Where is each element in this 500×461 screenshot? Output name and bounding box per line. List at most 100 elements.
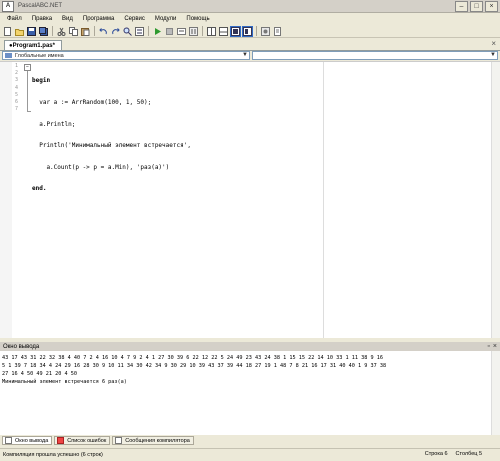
col-value: 5 bbox=[478, 451, 482, 457]
new-file-icon[interactable] bbox=[2, 26, 13, 37]
module-icon[interactable] bbox=[272, 26, 283, 37]
tab-label: ●Program1.pas* bbox=[9, 42, 55, 49]
undo-icon[interactable] bbox=[98, 26, 109, 37]
step-icon[interactable] bbox=[176, 26, 187, 37]
output-scrollbar[interactable] bbox=[491, 351, 500, 435]
replace-icon[interactable] bbox=[134, 26, 145, 37]
run-icon[interactable] bbox=[152, 26, 163, 37]
save-all-icon[interactable] bbox=[38, 26, 49, 37]
row-label: Строка bbox=[424, 451, 443, 457]
output-panel[interactable]: 43 17 43 31 22 32 38 4 40 7 2 4 16 10 4 … bbox=[0, 351, 500, 435]
code-line: a.Println; bbox=[32, 120, 76, 128]
right-margin-line bbox=[323, 62, 324, 339]
minimize-button[interactable]: – bbox=[455, 1, 468, 12]
settings-icon[interactable] bbox=[260, 26, 271, 37]
output-panel-header: Окно вывода ▫ × bbox=[0, 342, 500, 351]
bottom-tab-row: Окно вывода Список ошибок Сообщения комп… bbox=[0, 435, 500, 446]
tab-program1[interactable]: ●Program1.pas* bbox=[4, 40, 62, 50]
tab-label: Список ошибок bbox=[67, 437, 107, 444]
fold-margin: − bbox=[24, 62, 32, 122]
pause-icon[interactable] bbox=[188, 26, 199, 37]
tab-compiler-messages[interactable]: Сообщения компилятора bbox=[112, 436, 194, 445]
status-message: Компиляция прошла успешно (6 строк) bbox=[3, 452, 103, 458]
namespace-icon bbox=[5, 53, 12, 58]
code-line: begin bbox=[32, 77, 51, 85]
output-view-icon[interactable] bbox=[230, 25, 241, 37]
line-number: 3 bbox=[14, 77, 18, 84]
chevron-down-icon: ▼ bbox=[242, 52, 248, 58]
toolbar-separator bbox=[94, 26, 95, 36]
output-line: Минимальный элемент встречается 6 раз(а) bbox=[2, 379, 127, 385]
chevron-down-icon: ▼ bbox=[490, 52, 496, 58]
paste-icon[interactable] bbox=[80, 26, 91, 37]
line-number: 4 bbox=[14, 84, 18, 91]
tab-error-list[interactable]: Список ошибок bbox=[54, 436, 111, 445]
cut-icon[interactable] bbox=[56, 26, 67, 37]
menu-edit[interactable]: Правка bbox=[27, 16, 57, 22]
menu-modules[interactable]: Модули bbox=[150, 16, 182, 22]
open-folder-icon[interactable] bbox=[14, 26, 25, 37]
menu-program[interactable]: Программа bbox=[78, 16, 119, 22]
toolbar-separator bbox=[52, 26, 53, 36]
global-names-dropdown[interactable]: Глобальные имена ▼ bbox=[2, 51, 250, 60]
compiler-messages-icon bbox=[115, 437, 123, 444]
output-window-icon bbox=[5, 437, 12, 444]
toolbar bbox=[0, 25, 500, 38]
code-text[interactable]: begin var a := ArrRandom(100, 1, 50); a.… bbox=[32, 63, 191, 221]
redo-icon[interactable] bbox=[110, 26, 121, 37]
line-number: 6 bbox=[14, 99, 18, 106]
global-names-label: Глобальные имена bbox=[15, 52, 64, 59]
line-number: 5 bbox=[14, 91, 18, 98]
col-label: Столбец bbox=[455, 451, 478, 457]
line-number: 1 bbox=[14, 63, 18, 69]
navigation-row: Глобальные имена ▼ ▼ bbox=[0, 51, 500, 61]
output-panel-title: Окно вывода bbox=[3, 343, 40, 350]
toolbar-separator bbox=[202, 26, 203, 36]
output-line: 43 17 43 31 22 32 38 4 40 7 2 4 16 10 4 … bbox=[2, 355, 384, 361]
close-window-button[interactable]: × bbox=[485, 1, 498, 12]
menu-help[interactable]: Помощь bbox=[181, 16, 214, 22]
output-text: 43 17 43 31 22 32 38 4 40 7 2 4 16 10 4 … bbox=[2, 354, 492, 386]
error-list-icon bbox=[57, 437, 65, 444]
fold-line bbox=[27, 71, 28, 111]
copy-icon[interactable] bbox=[68, 26, 79, 37]
editor-view-icon[interactable] bbox=[242, 25, 253, 37]
tab-label: Окно вывода bbox=[15, 437, 49, 444]
fold-end bbox=[27, 111, 31, 112]
title-bar: A PascalABC.NET – □ × bbox=[0, 0, 500, 13]
collapse-icon[interactable]: − bbox=[24, 64, 31, 71]
save-icon[interactable] bbox=[26, 26, 37, 37]
editor-tab-row: ●Program1.pas* × bbox=[0, 39, 500, 51]
code-line: a.Count(p -> p = a.Min), 'раз(а)') bbox=[32, 163, 170, 171]
line-number: 7 bbox=[14, 106, 18, 113]
window-title: PascalABC.NET bbox=[18, 3, 63, 9]
code-line: end. bbox=[32, 185, 47, 193]
toolbar-separator bbox=[256, 26, 257, 36]
menu-bar: Файл Правка Вид Программа Сервис Модули … bbox=[0, 13, 500, 24]
menu-service[interactable]: Сервис bbox=[119, 16, 150, 22]
tab-output-window[interactable]: Окно вывода bbox=[2, 436, 53, 445]
code-line: Println('Минимальный элемент встречается… bbox=[32, 142, 191, 150]
output-line: 27 16 4 50 49 21 20 4 50 bbox=[2, 371, 77, 377]
code-line: var a := ArrRandom(100, 1, 50); bbox=[32, 99, 152, 107]
line-number: 2 bbox=[14, 70, 18, 77]
find-icon[interactable] bbox=[122, 26, 133, 37]
menu-view[interactable]: Вид bbox=[57, 16, 78, 22]
app-icon: A bbox=[2, 0, 14, 12]
members-dropdown[interactable]: ▼ bbox=[252, 51, 498, 60]
maximize-button[interactable]: □ bbox=[470, 1, 483, 12]
close-tab-icon[interactable]: × bbox=[491, 39, 496, 48]
split-view-icon[interactable] bbox=[206, 26, 217, 37]
row-value: 6 bbox=[444, 451, 448, 457]
editor-scrollbar[interactable] bbox=[491, 62, 500, 339]
toolbar-separator bbox=[148, 26, 149, 36]
code-editor[interactable]: 1 2 3 4 5 6 7 − begin var a := ArrRandom… bbox=[0, 61, 500, 339]
panel-view-icon[interactable] bbox=[218, 26, 229, 37]
stop-icon[interactable] bbox=[164, 26, 175, 37]
pin-icon[interactable]: ▫ bbox=[487, 342, 489, 351]
tab-label: Сообщения компилятора bbox=[125, 437, 190, 444]
line-numbers: 1 2 3 4 5 6 7 bbox=[8, 63, 18, 113]
close-panel-icon[interactable]: × bbox=[493, 342, 497, 351]
cursor-position: Строка 6 Столбец 5 bbox=[425, 451, 482, 457]
menu-file[interactable]: Файл bbox=[0, 16, 27, 22]
